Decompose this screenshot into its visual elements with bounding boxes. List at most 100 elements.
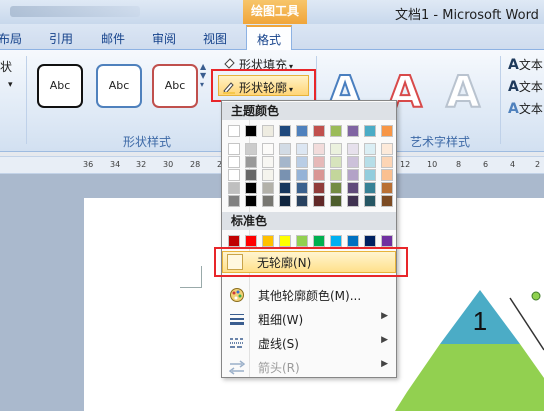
theme-color-shade-swatch[interactable]: [279, 195, 291, 207]
tab-review[interactable]: 审阅: [152, 30, 176, 47]
standard-color-swatch[interactable]: [364, 235, 376, 247]
shape-style-black[interactable]: Abc: [37, 64, 83, 108]
theme-color-shade-swatch[interactable]: [245, 182, 257, 194]
theme-color-shade-swatch[interactable]: [381, 195, 393, 207]
theme-color-shade-swatch[interactable]: [381, 156, 393, 168]
standard-color-swatch[interactable]: [228, 235, 240, 247]
tab-format[interactable]: 格式: [246, 25, 293, 51]
theme-color-shade-swatch[interactable]: [347, 195, 359, 207]
standard-color-swatch[interactable]: [296, 235, 308, 247]
tab-references[interactable]: 引用: [49, 30, 73, 47]
text-fill-button[interactable]: A文本: [508, 56, 543, 73]
theme-color-shade-swatch[interactable]: [245, 195, 257, 207]
theme-color-shade-swatch[interactable]: [364, 156, 376, 168]
pyramid-base[interactable]: [395, 344, 544, 411]
theme-color-shade-swatch[interactable]: [262, 169, 274, 181]
gallery-scroll-icon[interactable]: ▲ ▼ ▾: [200, 62, 210, 110]
ruler-tick: 4: [510, 160, 516, 169]
shape-style-blue[interactable]: Abc: [96, 64, 142, 108]
theme-color-swatch[interactable]: [347, 125, 359, 137]
ribbon-left-cut-label[interactable]: 状: [0, 58, 12, 75]
text-effects-button[interactable]: A文本: [508, 100, 543, 117]
theme-color-shade-swatch[interactable]: [296, 156, 308, 168]
theme-color-shade-swatch[interactable]: [364, 195, 376, 207]
dashes-item[interactable]: 虚线(S) ▶: [222, 331, 396, 355]
theme-color-swatch[interactable]: [262, 125, 274, 137]
theme-color-shade-swatch[interactable]: [347, 143, 359, 155]
theme-color-shade-swatch[interactable]: [279, 169, 291, 181]
theme-color-shade-swatch[interactable]: [364, 169, 376, 181]
text-outline-button[interactable]: A文本: [508, 78, 543, 95]
ruler-tick: 28: [190, 160, 201, 169]
rotation-handle[interactable]: [531, 291, 541, 301]
theme-color-shade-swatch[interactable]: [296, 182, 308, 194]
theme-color-shade-swatch[interactable]: [381, 169, 393, 181]
theme-color-shade-swatch[interactable]: [228, 182, 240, 194]
pyramid-shape[interactable]: 1: [395, 288, 544, 411]
theme-color-shade-swatch[interactable]: [347, 156, 359, 168]
theme-color-swatch[interactable]: [313, 125, 325, 137]
shape-outline-button[interactable]: 形状轮廓 ▾: [222, 79, 293, 96]
weight-item[interactable]: 粗细(W) ▶: [222, 307, 396, 331]
theme-color-shade-swatch[interactable]: [296, 195, 308, 207]
theme-color-shade-swatch[interactable]: [313, 182, 325, 194]
theme-color-shade-swatch[interactable]: [296, 143, 308, 155]
ruler-tick: 32: [136, 160, 147, 169]
theme-color-swatch[interactable]: [296, 125, 308, 137]
theme-color-shade-swatch[interactable]: [262, 156, 274, 168]
ribbon-tabs: 布局 引用 邮件 审阅 视图 格式: [0, 24, 544, 51]
pyramid-number: 1: [473, 306, 487, 336]
theme-color-shade-swatch[interactable]: [347, 169, 359, 181]
theme-color-shade-swatch[interactable]: [330, 169, 342, 181]
theme-color-shade-swatch[interactable]: [228, 195, 240, 207]
tab-mailings[interactable]: 邮件: [101, 30, 125, 47]
tab-layout[interactable]: 布局: [0, 30, 22, 47]
quick-access-toolbar[interactable]: [10, 6, 140, 17]
theme-color-shade-swatch[interactable]: [364, 182, 376, 194]
ruler-tick: 2: [535, 160, 541, 169]
theme-color-shade-swatch[interactable]: [330, 143, 342, 155]
more-outline-colors-item[interactable]: 其他轮廓颜色(M)...: [222, 283, 396, 307]
theme-color-swatch[interactable]: [364, 125, 376, 137]
theme-color-swatch[interactable]: [330, 125, 342, 137]
theme-color-shade-swatch[interactable]: [313, 195, 325, 207]
theme-color-shade-swatch[interactable]: [262, 195, 274, 207]
theme-color-shade-swatch[interactable]: [245, 156, 257, 168]
theme-color-shade-swatch[interactable]: [330, 195, 342, 207]
theme-color-shade-swatch[interactable]: [364, 143, 376, 155]
standard-color-swatch[interactable]: [245, 235, 257, 247]
theme-color-shade-swatch[interactable]: [279, 156, 291, 168]
theme-color-shade-swatch[interactable]: [228, 169, 240, 181]
theme-color-shade-swatch[interactable]: [262, 182, 274, 194]
standard-color-swatch[interactable]: [330, 235, 342, 247]
theme-color-swatch[interactable]: [279, 125, 291, 137]
wordart-style-gray[interactable]: A: [440, 67, 486, 119]
tab-view[interactable]: 视图: [203, 30, 227, 47]
standard-color-swatch[interactable]: [279, 235, 291, 247]
theme-color-swatch[interactable]: [228, 125, 240, 137]
theme-color-shade-swatch[interactable]: [330, 182, 342, 194]
standard-color-swatch[interactable]: [262, 235, 274, 247]
shape-style-red[interactable]: Abc: [152, 64, 198, 108]
theme-color-shade-swatch[interactable]: [381, 182, 393, 194]
theme-color-shade-swatch[interactable]: [313, 143, 325, 155]
standard-color-swatch[interactable]: [313, 235, 325, 247]
theme-color-shade-swatch[interactable]: [245, 143, 257, 155]
theme-color-shade-swatch[interactable]: [279, 182, 291, 194]
theme-color-shade-swatch[interactable]: [313, 156, 325, 168]
theme-color-shade-swatch[interactable]: [228, 143, 240, 155]
standard-color-swatch[interactable]: [381, 235, 393, 247]
theme-color-shade-swatch[interactable]: [381, 143, 393, 155]
theme-color-shade-swatch[interactable]: [347, 182, 359, 194]
standard-color-swatch[interactable]: [347, 235, 359, 247]
theme-color-shade-swatch[interactable]: [330, 156, 342, 168]
theme-color-shade-swatch[interactable]: [313, 169, 325, 181]
theme-color-swatch[interactable]: [245, 125, 257, 137]
theme-color-shade-swatch[interactable]: [228, 156, 240, 168]
theme-color-shade-swatch[interactable]: [296, 169, 308, 181]
theme-color-shade-swatch[interactable]: [262, 143, 274, 155]
theme-color-shade-swatch[interactable]: [279, 143, 291, 155]
theme-color-swatch[interactable]: [381, 125, 393, 137]
theme-color-shade-swatch[interactable]: [245, 169, 257, 181]
arrows-item[interactable]: 箭头(R) ▶: [222, 355, 396, 379]
